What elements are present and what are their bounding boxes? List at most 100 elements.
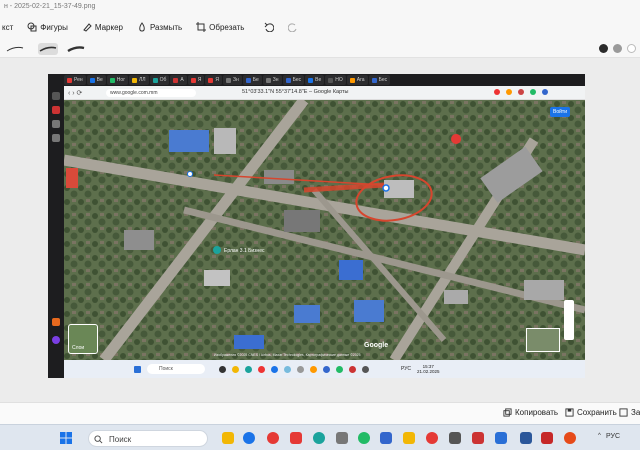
tab-favicon-icon (225, 77, 231, 83)
tab-favicon-icon (190, 77, 196, 83)
app-icon[interactable] (564, 432, 576, 444)
browser-tab[interactable]: Ве (86, 75, 106, 85)
pen-thick[interactable] (66, 43, 86, 55)
google-logo: Google (364, 342, 389, 349)
app-icon[interactable] (358, 432, 370, 444)
editor-toolbar: кст Фигуры Маркер Размыть Обрезать (0, 14, 640, 40)
files-icon[interactable] (403, 432, 415, 444)
nav-icons[interactable]: ‹ › ⟳ (68, 89, 82, 97)
browser-tab[interactable]: Рен (64, 75, 86, 85)
tool-shapes[interactable]: Фигуры (27, 22, 68, 32)
save-button[interactable]: Сохранить (565, 408, 617, 417)
ext-icon[interactable] (506, 89, 512, 95)
browser-tab[interactable]: Я (205, 75, 222, 85)
place-label[interactable]: Ерлан 3.1 Бизнес (224, 248, 265, 254)
browser-tab[interactable]: НО (325, 75, 346, 85)
close-button[interactable]: За (619, 408, 640, 417)
ext-icon[interactable] (530, 89, 536, 95)
browser-tab[interactable]: Я (187, 75, 205, 85)
app-icon[interactable] (495, 432, 507, 444)
url-field[interactable]: www.google.com.mm (106, 89, 196, 97)
tab-favicon-icon (265, 77, 271, 83)
browser-tab[interactable]: А (170, 75, 187, 85)
ext-icon[interactable] (542, 89, 548, 95)
youtube-icon[interactable] (52, 106, 60, 114)
sign-in-button[interactable]: Войти (550, 107, 570, 117)
downloads-icon[interactable] (52, 134, 60, 142)
word-icon[interactable] (520, 432, 532, 444)
tab-favicon-icon (208, 77, 214, 83)
map-attribution: Изображения ©2025 CNES / Airbus, Maxar T… (214, 353, 361, 357)
pen-thin[interactable] (5, 43, 25, 55)
tool-crop[interactable]: Обрезать (196, 22, 244, 32)
browser-tab[interactable]: Зн (262, 75, 282, 85)
browser-tab[interactable]: Об (149, 75, 170, 85)
blur-icon (139, 22, 145, 32)
layers-button[interactable]: Слои (68, 324, 98, 354)
app-icon[interactable] (222, 432, 234, 444)
tab-favicon-icon (109, 77, 115, 83)
browser-tab[interactable]: Бес (368, 75, 391, 85)
tool-marker[interactable]: Маркер (82, 22, 123, 32)
tool-text[interactable]: кст (2, 23, 13, 32)
language-indicator[interactable]: РУС (606, 433, 620, 440)
satellite-map[interactable]: Войти Ерлан 3.1 Бизнес Слои Google Изобр… (64, 100, 585, 360)
undo-button[interactable] (264, 22, 275, 32)
browser-tab[interactable]: Ве (305, 75, 325, 85)
skype-icon[interactable] (313, 432, 325, 444)
app-icon[interactable] (449, 432, 461, 444)
page-title: 51°03'33.1"N 55°37'14.8"E – Google Карты (242, 89, 349, 95)
undo-icon (265, 22, 275, 32)
start-icon[interactable] (134, 365, 141, 373)
inner-search[interactable]: Поиск (147, 364, 205, 374)
window-title: н - 2025-02-21_15-37-49.png (0, 0, 640, 14)
inner-lang[interactable]: РУС (401, 366, 411, 372)
browser-tab[interactable]: Ног (106, 75, 129, 85)
color-white[interactable] (627, 44, 636, 53)
browser-tab[interactable]: Зн (222, 75, 242, 85)
taskbar: Поиск ^ РУС (0, 424, 640, 450)
street-view-thumbnail[interactable] (526, 328, 560, 352)
pdf-icon[interactable] (541, 432, 553, 444)
assistant-icon[interactable] (52, 336, 60, 344)
app-icon[interactable] (472, 432, 484, 444)
editor-action-bar: Копировать Сохранить За (0, 402, 640, 424)
collections-icon[interactable] (52, 120, 60, 128)
tab-favicon-icon (132, 77, 138, 83)
chrome-icon[interactable] (426, 432, 438, 444)
app-icon[interactable] (380, 432, 392, 444)
browser-tab[interactable]: Бе (242, 75, 262, 85)
browser-tab[interactable]: ЛЛ (129, 75, 149, 85)
taskbar-search[interactable]: Поиск (88, 430, 208, 447)
tab-favicon-icon (173, 77, 179, 83)
tool-blur[interactable]: Размыть (137, 22, 182, 32)
browser-tab[interactable]: Бес (282, 75, 305, 85)
copy-button[interactable]: Копировать (503, 408, 558, 417)
tab-favicon-icon (328, 77, 334, 83)
edge-icon[interactable] (243, 432, 255, 444)
yandex-icon[interactable] (267, 432, 279, 444)
yandex-browser-icon[interactable] (290, 432, 302, 444)
color-gray[interactable] (613, 44, 622, 53)
close-doc-icon (619, 408, 628, 417)
tab-favicon-icon (308, 77, 314, 83)
browser-tab[interactable]: Ага (346, 75, 368, 85)
ext-icon[interactable] (494, 89, 500, 95)
redo-icon (288, 23, 297, 32)
redo-button[interactable] (288, 22, 298, 32)
browser-tabs: Рен Ве Ног ЛЛ Об А Я Я Зн Бе Зн Бес Ве НО Ага Бес (48, 74, 585, 86)
tray-chevron-icon[interactable]: ^ (598, 433, 601, 439)
app-icon[interactable] (336, 432, 348, 444)
ext-icon[interactable] (518, 89, 524, 95)
inner-date: 21.02.2025 (417, 369, 440, 374)
windows-start-icon[interactable] (60, 432, 72, 444)
color-black[interactable] (599, 44, 608, 53)
marker-icon (83, 23, 92, 32)
crop-icon (196, 22, 207, 32)
map-imagery[interactable] (64, 100, 585, 360)
pen-medium[interactable] (38, 43, 58, 55)
alice-icon[interactable] (52, 318, 60, 326)
shapes-icon (27, 22, 37, 32)
history-icon[interactable] (52, 92, 60, 100)
zoom-controls[interactable] (564, 300, 574, 340)
